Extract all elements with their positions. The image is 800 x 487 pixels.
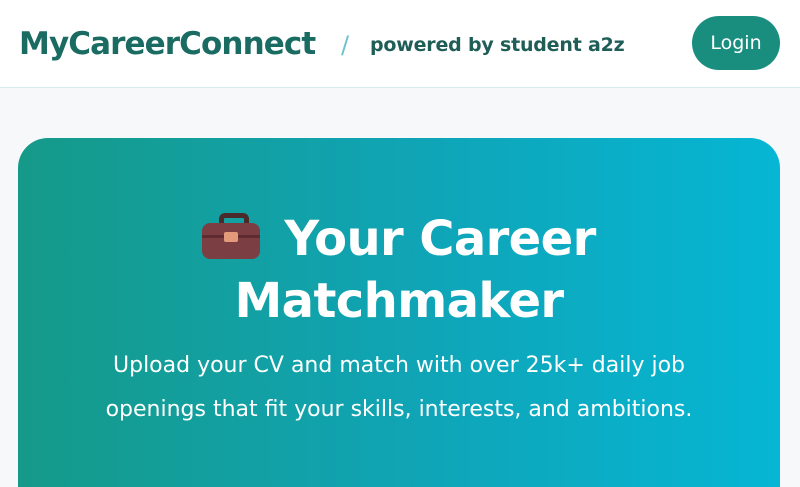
brand-separator: / — [341, 31, 350, 59]
hero-banner: Your Career Matchmaker Upload your CV an… — [18, 138, 780, 487]
hero-title-line-2: Matchmaker — [234, 273, 565, 329]
hero-title-line-1: Your Career — [18, 208, 780, 270]
hero-subtitle-line-2: openings that fit your skills, interests… — [105, 397, 693, 422]
briefcase-icon — [202, 213, 261, 259]
hero-title-text-1: Your Career — [284, 211, 596, 267]
login-button[interactable]: Login — [692, 16, 780, 70]
hero-title: Your Career Matchmaker — [18, 208, 780, 332]
top-header: MyCareerConnect / powered by student a2z… — [0, 0, 800, 88]
hero-subtitle-line-1: Upload your CV and match with over 25k+ … — [113, 353, 685, 378]
brand-tagline: powered by student a2z — [370, 34, 625, 56]
hero-subtitle: Upload your CV and match with over 25k+ … — [18, 344, 780, 432]
brand-logo[interactable]: MyCareerConnect — [19, 24, 316, 64]
